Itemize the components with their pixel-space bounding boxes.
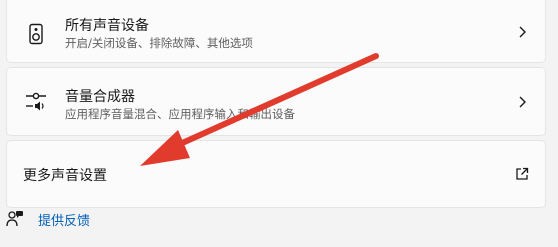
volume-mixer-item[interactable]: 音量合成器 应用程序音量混合、应用程序输入和输出设备 (6, 67, 546, 136)
chevron-right-icon (519, 26, 526, 38)
open-external-icon (516, 167, 529, 180)
more-sound-settings-title: 更多声音设置 (23, 168, 107, 184)
volume-mixer-icon (26, 92, 46, 111)
all-sound-devices-subtitle: 开启/关闭设备、排除故障、其他选项 (65, 36, 253, 50)
all-sound-devices-title: 所有声音设备 (65, 18, 149, 34)
feedback-link[interactable]: 提供反馈 (38, 210, 90, 229)
speaker-icon (29, 23, 43, 45)
volume-mixer-title: 音量合成器 (65, 89, 135, 105)
chevron-right-icon (519, 96, 526, 108)
more-sound-settings-item[interactable]: 更多声音设置 (6, 140, 546, 208)
feedback-icon (6, 211, 23, 227)
feedback-row[interactable]: 提供反馈 (6, 208, 90, 230)
volume-mixer-subtitle: 应用程序音量混合、应用程序输入和输出设备 (65, 107, 295, 121)
all-sound-devices-item[interactable]: 所有声音设备 开启/关闭设备、排除故障、其他选项 (6, 0, 546, 63)
